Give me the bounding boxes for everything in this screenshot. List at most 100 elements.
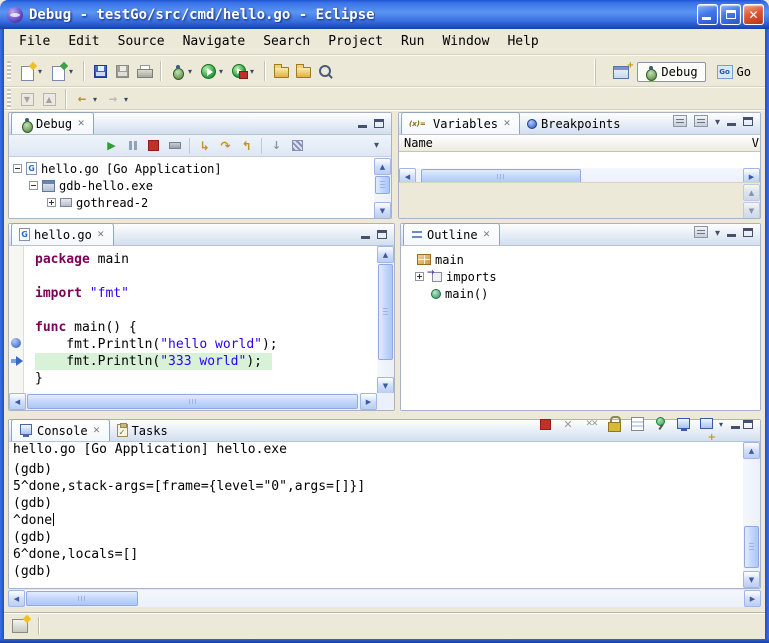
menu-project[interactable]: Project [319, 31, 392, 52]
maximize-view-icon[interactable] [743, 228, 753, 237]
scroll-right-icon[interactable] [744, 590, 761, 607]
menu-search[interactable]: Search [254, 31, 319, 52]
debug-tree-thread-row[interactable]: gothread-2 [9, 194, 391, 211]
tab-breakpoints[interactable]: Breakpoints [520, 113, 627, 134]
name-column-header[interactable]: Name [404, 136, 433, 150]
clear-console-icon[interactable] [627, 415, 647, 433]
perspective-debug-button[interactable]: Debug [637, 62, 705, 82]
minimize-button[interactable] [697, 4, 718, 25]
minimize-view-icon[interactable] [358, 119, 367, 128]
close-icon[interactable] [502, 118, 512, 130]
new-launch-icon[interactable] [47, 60, 69, 82]
scroll-down-icon[interactable] [374, 202, 391, 218]
external-tools-chevron-icon[interactable] [250, 60, 259, 82]
run-icon[interactable] [197, 60, 219, 82]
new-wizard-icon[interactable] [16, 60, 38, 82]
terminate-icon[interactable] [535, 415, 555, 433]
view-menu-icon[interactable] [366, 137, 387, 155]
outline-imports-row[interactable]: imports [401, 268, 760, 285]
tab-outline[interactable]: Outline [403, 223, 500, 245]
step-return-icon[interactable] [236, 137, 257, 155]
close-icon[interactable] [76, 118, 86, 130]
close-button[interactable] [743, 4, 764, 25]
suspend-icon[interactable] [122, 137, 143, 155]
scroll-up-icon[interactable] [377, 246, 394, 263]
tab-debug[interactable]: Debug [11, 112, 94, 134]
toolbar-grip[interactable] [7, 89, 11, 109]
tab-console[interactable]: Console [11, 419, 110, 441]
scroll-lock-icon[interactable] [604, 415, 624, 433]
back-icon[interactable] [71, 88, 93, 110]
view-menu-icon[interactable] [715, 114, 720, 128]
debug-icon[interactable] [166, 60, 188, 82]
save-icon[interactable] [89, 60, 111, 82]
menu-file[interactable]: File [10, 31, 59, 52]
editor-vertical-scrollbar[interactable] [377, 246, 394, 394]
new-wizard-chevron-icon[interactable] [38, 60, 47, 82]
variables-content[interactable] [399, 152, 760, 218]
minimize-view-icon[interactable] [727, 228, 736, 237]
scrollbar-thumb[interactable] [744, 526, 759, 568]
tab-variables[interactable]: Variables [401, 112, 520, 134]
scrollbar-thumb[interactable] [26, 591, 138, 606]
menu-run[interactable]: Run [392, 31, 433, 52]
run-chevron-icon[interactable] [219, 60, 228, 82]
tab-hello-go[interactable]: hello.go [11, 223, 114, 245]
debug-tree-launch-row[interactable]: hello.go [Go Application] [9, 160, 391, 177]
save-all-icon[interactable] [111, 60, 133, 82]
editor-gutter[interactable] [9, 246, 24, 393]
scroll-right-icon[interactable] [360, 393, 377, 410]
forward-icon[interactable] [102, 88, 124, 110]
scroll-up-icon[interactable] [743, 184, 760, 201]
menu-window[interactable]: Window [433, 31, 498, 52]
menu-edit[interactable]: Edit [59, 31, 108, 52]
menu-navigate[interactable]: Navigate [174, 31, 255, 52]
view-menu-icon[interactable] [715, 225, 720, 239]
scroll-up-icon[interactable] [374, 158, 391, 175]
scrollbar-thumb[interactable] [27, 394, 358, 409]
collapse-icon[interactable] [29, 181, 38, 190]
scroll-up-icon[interactable] [743, 442, 760, 459]
disconnect-icon[interactable] [164, 137, 185, 155]
previous-annotation-icon[interactable] [38, 88, 60, 110]
remove-launch-icon[interactable] [558, 415, 578, 433]
menu-source[interactable]: Source [109, 31, 174, 52]
resume-icon[interactable] [101, 137, 122, 155]
back-chevron-icon[interactable] [93, 88, 102, 110]
menu-help[interactable]: Help [498, 31, 547, 52]
expand-icon[interactable] [47, 198, 56, 207]
debug-tree-process-row[interactable]: gdb-hello.exe [9, 177, 391, 194]
collapse-icon[interactable] [13, 164, 22, 173]
display-console-icon[interactable] [673, 415, 693, 433]
minimize-view-icon[interactable] [361, 230, 370, 239]
step-filters-icon[interactable] [287, 137, 308, 155]
perspective-go-button[interactable]: Go [711, 62, 759, 82]
console-vertical-scrollbar[interactable] [743, 442, 760, 588]
search-icon[interactable] [314, 60, 336, 82]
terminate-icon[interactable] [143, 137, 164, 155]
remove-all-launches-icon[interactable] [581, 415, 601, 433]
code-area[interactable]: package main import "fmt" func main() { … [25, 246, 377, 393]
next-annotation-icon[interactable] [16, 88, 38, 110]
toolbar-grip[interactable] [7, 61, 11, 81]
breakpoint-marker-icon[interactable] [11, 338, 21, 348]
open-console-chevron-icon[interactable] [719, 413, 728, 435]
show-logical-structure-icon[interactable] [673, 115, 687, 127]
close-icon[interactable] [96, 229, 106, 241]
collapse-all-icon[interactable] [694, 115, 708, 127]
step-into-icon[interactable] [194, 137, 215, 155]
scroll-left-icon[interactable] [9, 393, 26, 410]
detail-vertical-scrollbar[interactable] [743, 184, 760, 218]
scrollbar-thumb[interactable] [375, 176, 390, 194]
fast-view-icon[interactable] [12, 619, 28, 633]
value-column-header[interactable]: V [752, 136, 759, 150]
scrollbar-thumb[interactable] [378, 264, 393, 360]
open-resource-icon[interactable] [292, 60, 314, 82]
tab-tasks[interactable]: Tasks [110, 420, 175, 441]
scroll-left-icon[interactable] [8, 590, 25, 607]
open-console-icon[interactable] [696, 415, 716, 433]
close-icon[interactable] [482, 229, 492, 241]
print-icon[interactable] [133, 60, 155, 82]
scroll-down-icon[interactable] [743, 571, 760, 588]
debug-vertical-scrollbar[interactable] [374, 158, 391, 218]
